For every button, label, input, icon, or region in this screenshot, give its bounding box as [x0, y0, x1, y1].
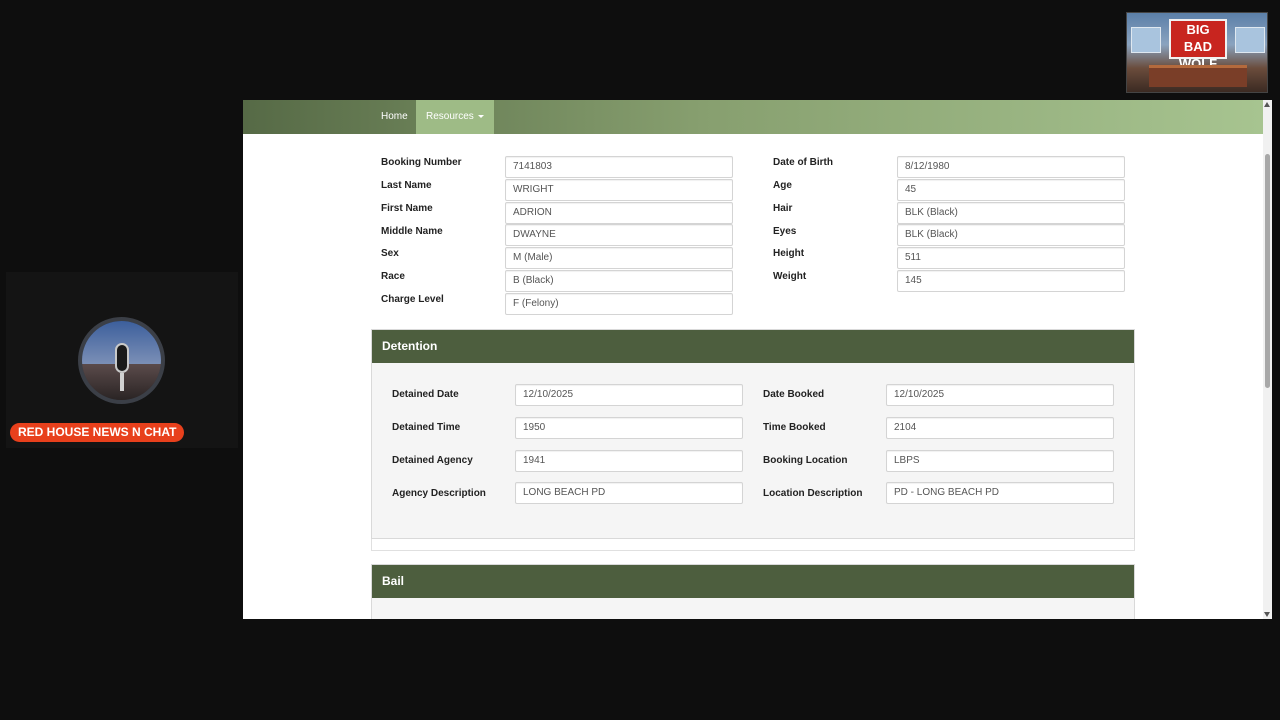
age-label: Age [773, 180, 792, 191]
date-booked-field[interactable]: 12/10/2025 [886, 384, 1114, 406]
time-booked-field[interactable]: 2104 [886, 417, 1114, 439]
eyes-label: Eyes [773, 226, 797, 237]
detained-time-field[interactable]: 1950 [515, 417, 743, 439]
hair-label: Hair [773, 203, 793, 214]
charge-level-field[interactable]: F (Felony) [505, 293, 733, 315]
detained-date-label: Detained Date [392, 389, 459, 400]
microphone-icon [115, 343, 129, 373]
first-name-field[interactable]: ADRION [505, 202, 733, 224]
sex-field[interactable]: M (Male) [505, 247, 733, 269]
date-of-birth-label: Date of Birth [773, 157, 833, 168]
date-booked-label: Date Booked [763, 389, 825, 400]
agency-description-label: Agency Description [392, 488, 486, 499]
detained-date-field[interactable]: 12/10/2025 [515, 384, 743, 406]
brand-logo: BIG BAD WOLF [1126, 12, 1268, 93]
first-name-label: First Name [381, 203, 433, 214]
nav-home-link[interactable]: Home [371, 100, 418, 134]
location-description-label: Location Description [763, 488, 863, 499]
last-name-field[interactable]: WRIGHT [505, 179, 733, 201]
scroll-up-arrow-icon[interactable] [1264, 102, 1270, 107]
booking-number-field[interactable]: 7141803 [505, 156, 733, 178]
nav-resources-label: Resources [426, 111, 474, 122]
channel-name-badge: RED HOUSE NEWS N CHAT [10, 423, 185, 442]
eyes-field[interactable]: BLK (Black) [897, 224, 1125, 246]
weight-label: Weight [773, 271, 807, 282]
height-label: Height [773, 248, 805, 259]
weight-field[interactable]: 145 [897, 270, 1125, 292]
booking-page: Home Resources Booking Number 7141803 La… [243, 100, 1263, 619]
scrollbar-thumb[interactable] [1265, 154, 1270, 388]
height-field[interactable]: 511 [897, 247, 1125, 269]
bail-panel: Bail [371, 564, 1135, 619]
booking-number-label: Booking Number [381, 157, 462, 168]
detained-time-label: Detained Time [392, 422, 461, 433]
booking-location-field[interactable]: LBPS [886, 450, 1114, 472]
charge-level-label: Charge Level [381, 294, 444, 305]
time-booked-label: Time Booked [763, 422, 826, 433]
bail-panel-title: Bail [372, 565, 1134, 598]
date-of-birth-field[interactable]: 8/12/1980 [897, 156, 1125, 178]
detained-agency-label: Detained Agency [392, 455, 473, 466]
nav-resources-dropdown[interactable]: Resources [416, 100, 494, 134]
booking-location-label: Booking Location [763, 455, 848, 466]
age-field[interactable]: 45 [897, 179, 1125, 201]
detention-panel: Detention Detained Date 12/10/2025 Detai… [371, 329, 1135, 539]
race-label: Race [381, 271, 405, 282]
page-scrollbar[interactable] [1263, 100, 1272, 619]
navbar: Home Resources [243, 100, 1263, 134]
detention-panel-title: Detention [372, 330, 1134, 363]
agency-description-field[interactable]: LONG BEACH PD [515, 482, 743, 504]
middle-name-field[interactable]: DWAYNE [505, 224, 733, 246]
race-field[interactable]: B (Black) [505, 270, 733, 292]
channel-avatar [78, 317, 165, 404]
caret-down-icon [477, 114, 484, 118]
detained-agency-field[interactable]: 1941 [515, 450, 743, 472]
scroll-down-arrow-icon[interactable] [1264, 612, 1270, 617]
middle-name-label: Middle Name [381, 226, 443, 237]
location-description-field[interactable]: PD - LONG BEACH PD [886, 482, 1114, 504]
last-name-label: Last Name [381, 180, 432, 191]
brand-logo-text: BIG BAD WOLF [1169, 19, 1227, 71]
detention-panel-footer [371, 539, 1135, 551]
sex-label: Sex [381, 248, 399, 259]
hair-field[interactable]: BLK (Black) [897, 202, 1125, 224]
